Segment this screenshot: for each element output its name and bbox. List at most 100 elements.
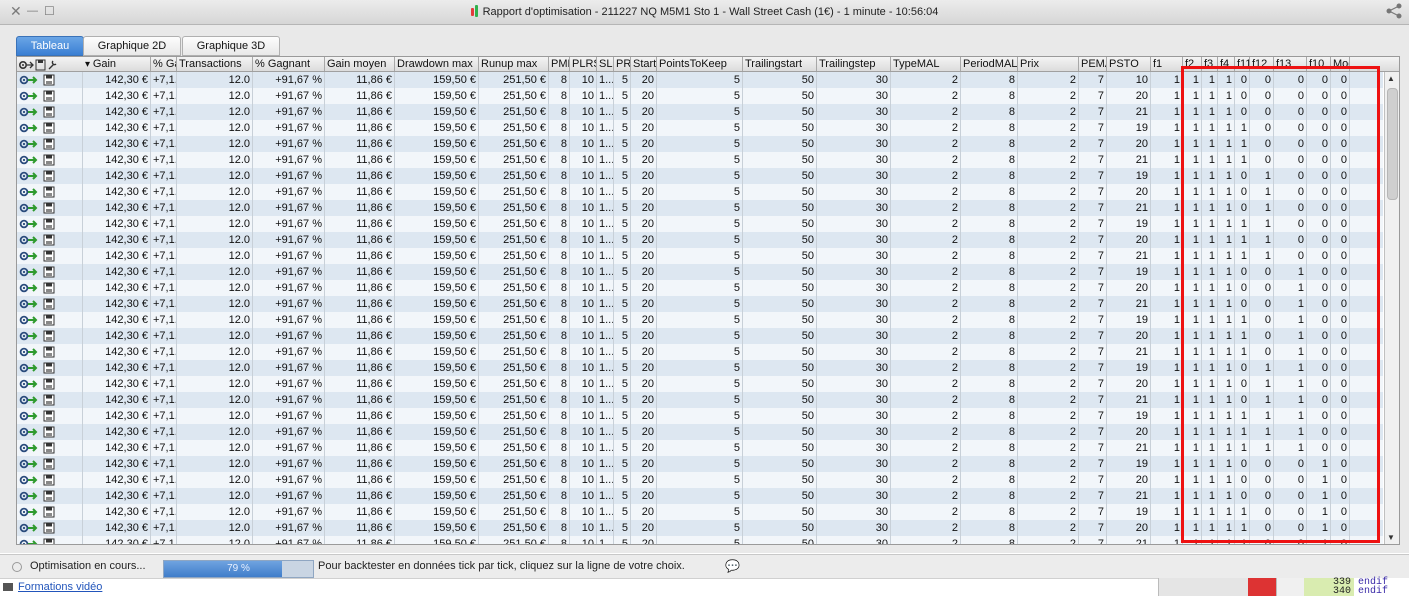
column-header[interactable]: PMFI [549,57,570,71]
save-icon[interactable] [43,426,55,438]
scroll-up-icon[interactable]: ▲ [1387,74,1395,83]
save-icon[interactable] [43,522,55,534]
table-row[interactable]: 142,30 €+7,1...12.0+91,67 %11,86 €159,50… [17,360,1383,376]
arrow-right-icon[interactable] [27,426,39,438]
save-icon[interactable] [43,314,55,326]
arrow-right-icon[interactable] [27,218,39,230]
vertical-scrollbar[interactable]: ▲ ▼ [1384,72,1399,544]
table-row[interactable]: 142,30 €+7,1...12.0+91,67 %11,86 €159,50… [17,296,1383,312]
arrow-right-icon[interactable] [27,362,39,374]
arrow-right-icon[interactable] [27,330,39,342]
arrow-right-icon[interactable] [27,186,39,198]
arrow-right-icon[interactable] [27,282,39,294]
table-row[interactable]: 142,30 €+7,1...12.0+91,67 %11,86 €159,50… [17,536,1383,544]
video-training-link[interactable]: Formations vidéo [18,581,102,593]
table-row[interactable]: 142,30 €+7,1...12.0+91,67 %11,86 €159,50… [17,168,1383,184]
arrow-right-icon[interactable] [27,314,39,326]
tab-graphique-2d[interactable]: Graphique 2D [83,36,181,56]
save-icon[interactable] [43,202,55,214]
save-icon[interactable] [43,378,55,390]
table-row[interactable]: 142,30 €+7,1...12.0+91,67 %11,86 €159,50… [17,104,1383,120]
table-row[interactable]: 142,30 €+7,1...12.0+91,67 %11,86 €159,50… [17,440,1383,456]
save-icon[interactable] [43,250,55,262]
arrow-right-icon[interactable] [27,410,39,422]
column-header[interactable]: Trailingstep [817,57,891,71]
arrow-right-icon[interactable] [27,522,39,534]
arrow-right-icon[interactable] [27,234,39,246]
arrow-right-icon[interactable] [27,154,39,166]
column-header[interactable]: Trailingstart [743,57,817,71]
arrow-right-icon[interactable] [27,90,39,102]
save-icon[interactable] [43,90,55,102]
tab-tableau[interactable]: Tableau [16,36,84,56]
save-icon[interactable] [43,346,55,358]
save-icon[interactable] [43,122,55,134]
column-header[interactable]: Gain moyen [325,57,395,71]
arrow-right-icon[interactable] [27,394,39,406]
save-icon[interactable] [43,170,55,182]
table-row[interactable]: 142,30 €+7,1...12.0+91,67 %11,86 €159,50… [17,72,1383,88]
column-header[interactable]: PointsToKeep [657,57,743,71]
column-header[interactable]: % Gain [151,57,177,71]
arrow-right-icon[interactable] [27,74,39,86]
column-header[interactable]: PeriodMAL [961,57,1018,71]
column-header[interactable]: f1 [1151,57,1183,71]
table-row[interactable]: 142,30 €+7,1...12.0+91,67 %11,86 €159,50… [17,152,1383,168]
table-row[interactable]: 142,30 €+7,1...12.0+91,67 %11,86 €159,50… [17,488,1383,504]
save-icon[interactable] [43,362,55,374]
table-row[interactable]: 142,30 €+7,1...12.0+91,67 %11,86 €159,50… [17,504,1383,520]
column-header[interactable]: PSTO [1107,57,1151,71]
arrow-right-icon[interactable] [27,378,39,390]
save-icon[interactable] [43,298,55,310]
tab-graphique-3d[interactable]: Graphique 3D [182,36,280,56]
table-row[interactable]: 142,30 €+7,1...12.0+91,67 %11,86 €159,50… [17,136,1383,152]
column-header[interactable]: PRSI [614,57,631,71]
save-icon[interactable] [43,458,55,470]
scroll-thumb[interactable] [1387,88,1398,200]
arrow-right-icon[interactable] [27,106,39,118]
save-icon[interactable] [43,410,55,422]
table-row[interactable]: 142,30 €+7,1...12.0+91,67 %11,86 €159,50… [17,264,1383,280]
table-row[interactable]: 142,30 €+7,1...12.0+91,67 %11,86 €159,50… [17,216,1383,232]
save-icon[interactable] [43,138,55,150]
table-row[interactable]: 142,30 €+7,1...12.0+91,67 %11,86 €159,50… [17,456,1383,472]
arrow-right-icon[interactable] [27,442,39,454]
table-row[interactable]: 142,30 €+7,1...12.0+91,67 %11,86 €159,50… [17,312,1383,328]
table-row[interactable]: 142,30 €+7,1...12.0+91,67 %11,86 €159,50… [17,472,1383,488]
save-icon[interactable] [43,74,55,86]
chat-bubble-icon[interactable]: 💬 [725,559,740,573]
save-icon[interactable] [43,154,55,166]
save-icon[interactable] [43,186,55,198]
save-icon[interactable] [43,330,55,342]
table-row[interactable]: 142,30 €+7,1...12.0+91,67 %11,86 €159,50… [17,200,1383,216]
column-header[interactable]: Prix [1018,57,1079,71]
save-icon[interactable] [43,538,55,544]
table-row[interactable]: 142,30 €+7,1...12.0+91,67 %11,86 €159,50… [17,408,1383,424]
arrow-right-icon[interactable] [27,538,39,544]
table-row[interactable]: 142,30 €+7,1...12.0+91,67 %11,86 €159,50… [17,392,1383,408]
table-row[interactable]: 142,30 €+7,1...12.0+91,67 %11,86 €159,50… [17,232,1383,248]
save-icon[interactable] [43,474,55,486]
column-header[interactable]: % Gagnant [253,57,325,71]
arrow-right-icon[interactable] [27,346,39,358]
column-header[interactable]: PEMA4 [1079,57,1107,71]
save-icon[interactable] [43,442,55,454]
save-icon[interactable] [43,394,55,406]
save-icon[interactable] [43,266,55,278]
arrow-right-icon[interactable] [27,298,39,310]
table-row[interactable]: 142,30 €+7,1...12.0+91,67 %11,86 €159,50… [17,120,1383,136]
save-icon[interactable] [43,282,55,294]
arrow-right-icon[interactable] [27,458,39,470]
save-icon[interactable] [43,506,55,518]
arrow-right-icon[interactable] [27,506,39,518]
arrow-right-icon[interactable] [27,170,39,182]
arrow-right-icon[interactable] [27,202,39,214]
share-icon[interactable] [1385,3,1403,19]
scroll-down-icon[interactable]: ▼ [1387,533,1395,542]
arrow-right-icon[interactable] [27,490,39,502]
column-header[interactable]: Runup max [479,57,549,71]
table-row[interactable]: 142,30 €+7,1...12.0+91,67 %11,86 €159,50… [17,520,1383,536]
column-header[interactable]: TypeMAL [891,57,961,71]
table-row[interactable]: 142,30 €+7,1...12.0+91,67 %11,86 €159,50… [17,424,1383,440]
table-row[interactable]: 142,30 €+7,1...12.0+91,67 %11,86 €159,50… [17,328,1383,344]
